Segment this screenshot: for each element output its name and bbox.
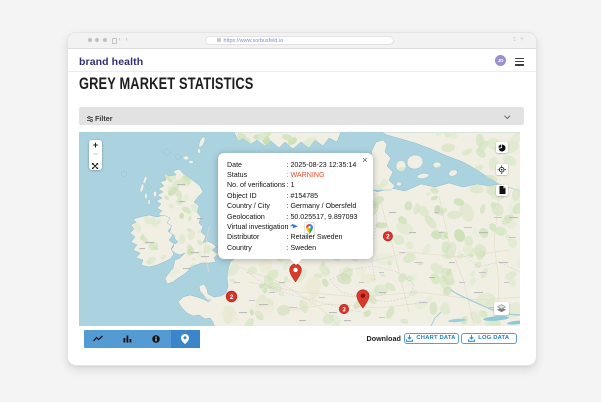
svg-text:2: 2 [230,294,234,301]
